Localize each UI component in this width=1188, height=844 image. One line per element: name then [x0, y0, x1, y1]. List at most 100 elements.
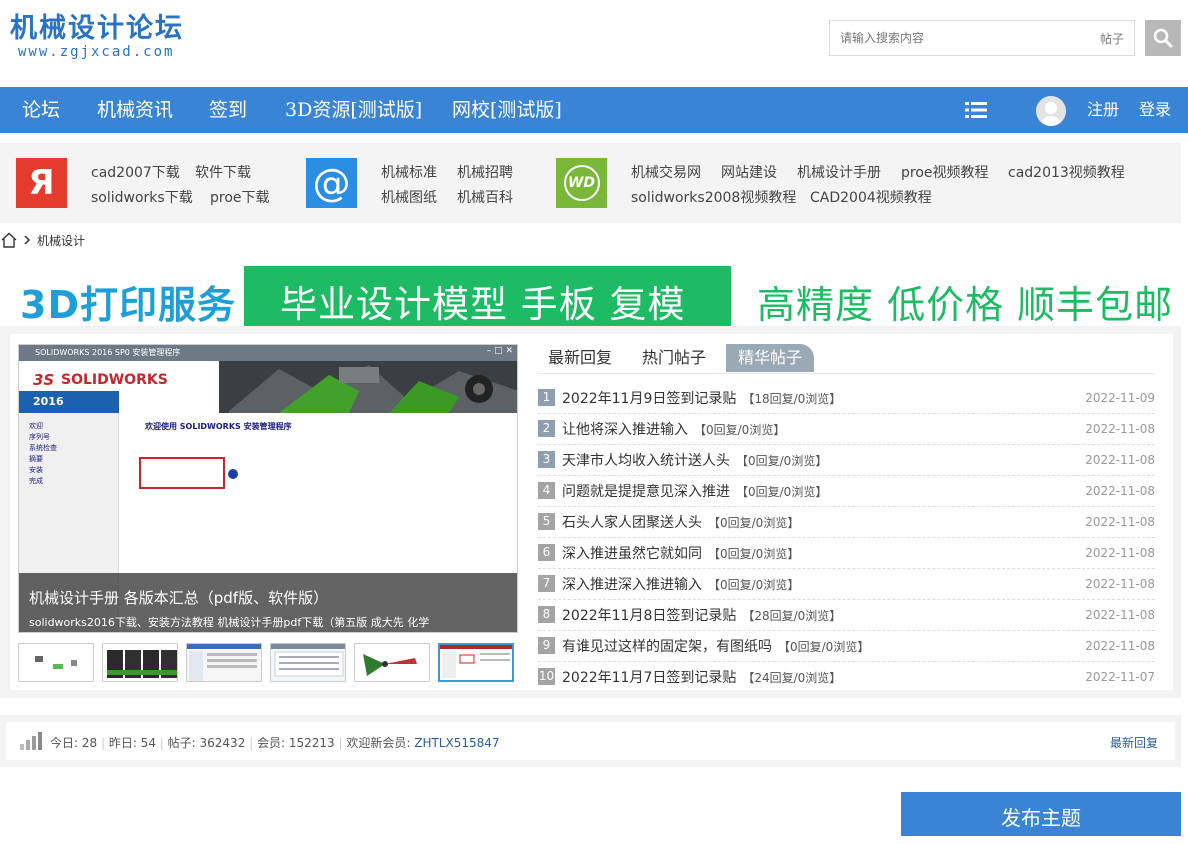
post-title-link[interactable]: 石头人家人团聚送人头 【0回复/0浏览】 — [562, 512, 799, 532]
wd-logo-icon: WD — [556, 158, 607, 208]
slide-options-box — [139, 457, 225, 489]
register-link[interactable]: 注册 — [1087, 87, 1119, 133]
nav-checkin[interactable]: 签到 — [209, 87, 247, 133]
list-item[interactable]: 7 深入推进深入推进输入 【0回复/0浏览】 2022-11-08 — [538, 569, 1155, 600]
list-item[interactable]: 10 2022年11月7日签到记录贴 【24回复/0浏览】 2022-11-07 — [538, 662, 1155, 693]
list-item[interactable]: 1 2022年11月9日签到记录贴 【18回复/0浏览】 2022-11-09 — [538, 383, 1155, 414]
nav-online-school[interactable]: 网校[测试版] — [452, 87, 562, 133]
search-type-selector[interactable]: 帖子 — [1100, 30, 1134, 47]
post-title-link[interactable]: 有谁见过这样的固定架，有图纸吗 【0回复/0浏览】 — [562, 636, 869, 656]
link-website-build[interactable]: 网站建设 — [721, 162, 777, 182]
post-title[interactable]: 深入推进虽然它就如同 — [562, 546, 702, 562]
post-title[interactable]: 深入推进深入推进输入 — [562, 577, 702, 593]
latest-replies-link[interactable]: 最新回复 — [1110, 734, 1158, 751]
tab-hot-posts[interactable]: 热门帖子 — [642, 344, 706, 372]
thumbnail-4[interactable] — [270, 643, 346, 682]
new-member-link[interactable]: ZHTLX515847 — [414, 736, 499, 750]
link-sw2008-video[interactable]: solidworks2008视频教程 — [631, 187, 796, 207]
post-meta: 【0回复/0浏览】 — [778, 640, 870, 654]
thumbnail-3[interactable] — [186, 643, 262, 682]
search-input[interactable] — [830, 31, 1100, 45]
link-software[interactable]: 软件下载 — [195, 162, 251, 182]
list-item[interactable]: 5 石头人家人团聚送人头 【0回复/0浏览】 2022-11-08 — [538, 507, 1155, 538]
post-title[interactable]: 2022年11月8日签到记录贴 — [562, 608, 736, 624]
login-link[interactable]: 登录 — [1139, 87, 1171, 133]
user-avatar[interactable] — [1036, 96, 1066, 126]
stats-posts: 帖子: 362432 — [167, 736, 246, 750]
menu-list-icon[interactable] — [965, 101, 987, 119]
list-item[interactable]: 4 问题就是提提意见深入推进 【0回复/0浏览】 2022-11-08 — [538, 476, 1155, 507]
breadcrumb-current[interactable]: 机械设计 — [37, 232, 85, 249]
slide-caption: 机械设计手册 各版本汇总（pdf版、软件版） solidworks2016下载、… — [19, 573, 517, 632]
post-title[interactable]: 2022年11月7日签到记录贴 — [562, 670, 736, 686]
thumbnail-6-active[interactable] — [438, 643, 514, 682]
stats-welcome: 欢迎新会员: — [346, 736, 415, 750]
nav-news[interactable]: 机械资讯 — [97, 87, 173, 133]
rank-badge: 7 — [538, 575, 555, 592]
tab-latest-replies[interactable]: 最新回复 — [548, 344, 612, 372]
nav-forum[interactable]: 论坛 — [22, 87, 60, 133]
list-item[interactable]: 2 让他将深入推进输入 【0回复/0浏览】 2022-11-08 — [538, 414, 1155, 445]
header: 机械设计论坛 www.zgjxcad.com 帖子 — [0, 0, 1188, 87]
slide-welcome: 欢迎使用 SOLIDWORKS 安装管理程序 — [145, 422, 292, 431]
post-title-link[interactable]: 让他将深入推进输入 【0回复/0浏览】 — [562, 419, 785, 439]
link-proe[interactable]: proe下载 — [210, 187, 270, 207]
new-topic-button[interactable]: 发布主题 — [901, 792, 1181, 836]
rank-badge: 2 — [538, 420, 555, 437]
link-standards[interactable]: 机械标准 — [381, 162, 437, 182]
featured-slideshow[interactable]: SOLIDWORKS 2016 SP0 安装管理程序 – □ ✕ 3S SOLI… — [18, 344, 518, 633]
site-logo[interactable]: 机械设计论坛 www.zgjxcad.com — [10, 12, 184, 60]
thumbnail-5-image — [355, 644, 429, 681]
link-drawings[interactable]: 机械图纸 — [381, 187, 437, 207]
rank-badge: 4 — [538, 482, 555, 499]
ad-banner[interactable]: 3D打印服务 毕业设计模型 手板 复模 高精度 低价格 顺丰包邮 — [0, 262, 1188, 327]
link-cad2013-video[interactable]: cad2013视频教程 — [1008, 162, 1125, 182]
rank-badge: 3 — [538, 451, 555, 468]
slide-window-title: SOLIDWORKS 2016 SP0 安装管理程序 — [35, 348, 181, 357]
link-trade[interactable]: 机械交易网 — [631, 162, 701, 182]
post-meta: 【18回复/0浏览】 — [742, 392, 842, 406]
post-title[interactable]: 问题就是提提意见深入推进 — [562, 484, 730, 500]
tab-featured-posts[interactable]: 精华帖子 — [726, 344, 815, 372]
link-proe-video[interactable]: proe视频教程 — [901, 162, 989, 182]
link-cad2007[interactable]: cad2007下载 — [91, 162, 180, 182]
link-cad2004-video[interactable]: CAD2004视频教程 — [810, 187, 932, 207]
post-title-link[interactable]: 天津市人均收入统计送人头 【0回复/0浏览】 — [562, 450, 827, 470]
post-title-link[interactable]: 深入推进虽然它就如同 【0回复/0浏览】 — [562, 543, 799, 563]
thumbnail-2[interactable] — [102, 643, 178, 682]
post-title-link[interactable]: 2022年11月7日签到记录贴 【24回复/0浏览】 — [562, 667, 841, 687]
link-solidworks[interactable]: solidworks下载 — [91, 187, 193, 207]
home-icon[interactable] — [0, 231, 18, 249]
post-date: 2022-11-08 — [1085, 608, 1155, 622]
slide-window-titlebar: SOLIDWORKS 2016 SP0 安装管理程序 – □ ✕ — [19, 345, 517, 361]
banner-3d-print-text: 3D打印服务 — [20, 283, 236, 327]
quick-links-panel: Я cad2007下载 软件下载 solidworks下载 proe下载 @ 机… — [0, 143, 1181, 223]
thumbnail-3-image — [187, 644, 261, 681]
nav-3d-resources[interactable]: 3D资源[测试版] — [285, 87, 422, 133]
post-meta: 【0回复/0浏览】 — [736, 454, 828, 468]
list-item[interactable]: 8 2022年11月8日签到记录贴 【28回复/0浏览】 2022-11-08 — [538, 600, 1155, 631]
search-button[interactable] — [1145, 20, 1181, 56]
list-item[interactable]: 3 天津市人均收入统计送人头 【0回复/0浏览】 2022-11-08 — [538, 445, 1155, 476]
list-item[interactable]: 6 深入推进虽然它就如同 【0回复/0浏览】 2022-11-08 — [538, 538, 1155, 569]
banner-graduation-text: 毕业设计模型 手板 复模 — [280, 283, 686, 326]
step-marker-icon — [228, 469, 238, 479]
post-title[interactable]: 天津市人均收入统计送人头 — [562, 453, 730, 469]
post-title[interactable]: 让他将深入推进输入 — [562, 422, 688, 438]
post-title-link[interactable]: 问题就是提提意见深入推进 【0回复/0浏览】 — [562, 481, 827, 501]
thumbnail-1-image — [19, 644, 93, 681]
link-design-handbook[interactable]: 机械设计手册 — [797, 162, 881, 182]
chevron-right-icon — [24, 235, 31, 245]
link-encyclopedia[interactable]: 机械百科 — [457, 187, 513, 207]
post-title[interactable]: 石头人家人团聚送人头 — [562, 515, 702, 531]
post-title[interactable]: 有谁见过这样的固定架，有图纸吗 — [562, 639, 772, 655]
post-title-link[interactable]: 2022年11月8日签到记录贴 【28回复/0浏览】 — [562, 605, 841, 625]
post-title-link[interactable]: 深入推进深入推进输入 【0回复/0浏览】 — [562, 574, 799, 594]
thumbnail-5[interactable] — [354, 643, 430, 682]
link-jobs[interactable]: 机械招聘 — [457, 162, 513, 182]
list-item[interactable]: 9 有谁见过这样的固定架，有图纸吗 【0回复/0浏览】 2022-11-08 — [538, 631, 1155, 662]
post-date: 2022-11-08 — [1085, 422, 1155, 436]
post-title-link[interactable]: 2022年11月9日签到记录贴 【18回复/0浏览】 — [562, 388, 841, 408]
post-title[interactable]: 2022年11月9日签到记录贴 — [562, 391, 736, 407]
thumbnail-1[interactable] — [18, 643, 94, 682]
